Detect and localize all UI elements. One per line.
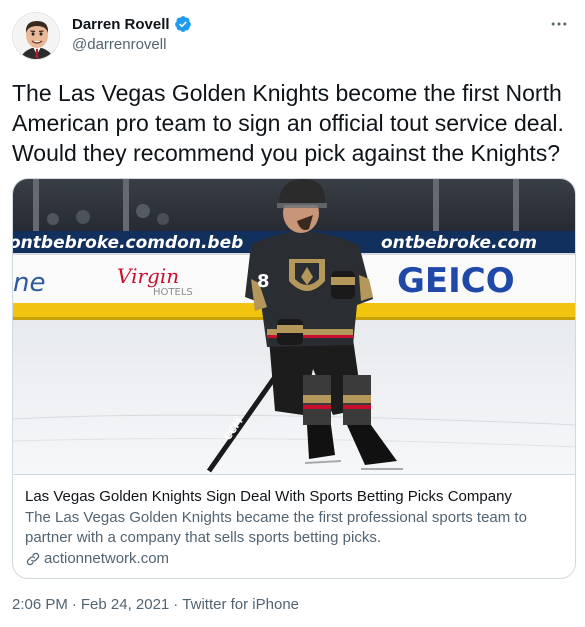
card-domain: actionnetwork.com <box>25 549 565 569</box>
avatar[interactable] <box>12 12 60 60</box>
card-description: The Las Vegas Golden Knights became the … <box>25 509 527 546</box>
tweet-timestamp-date[interactable]: Feb 24, 2021 <box>81 596 169 613</box>
tweet-timestamp-time[interactable]: 2:06 PM <box>12 596 68 613</box>
avatar-caricature-icon <box>13 13 59 59</box>
tweet-text: The Las Vegas Golden Knights become the … <box>12 80 564 166</box>
virgin-hotels-text: HOTELS <box>153 287 193 298</box>
card-body: Las Vegas Golden Knights Sign Deal With … <box>13 476 575 578</box>
meta-separator: · <box>173 596 179 613</box>
banner-text-right: ontbebroke.com <box>381 233 537 253</box>
more-dots-icon[interactable] <box>547 12 571 36</box>
author-handle[interactable]: @darrenrovell <box>72 36 166 53</box>
meta-separator: · <box>71 596 77 613</box>
card-domain-text: actionnetwork.com <box>44 550 170 567</box>
link-card[interactable]: ontbebroke.com don.beb ontbebroke.com ne… <box>12 178 576 579</box>
tweet: Darren Rovell @darrenrovell The Las Vega… <box>0 0 585 627</box>
author-name-row: Darren Rovell <box>72 15 192 33</box>
board-text-left: ne <box>13 268 45 298</box>
card-image[interactable]: ontbebroke.com don.beb ontbebroke.com ne… <box>13 179 575 475</box>
jersey-number: 8 <box>257 271 270 292</box>
tweet-source[interactable]: Twitter for iPhone <box>182 596 299 613</box>
virgin-logo: Virgin <box>117 264 179 288</box>
tweet-meta: 2:06 PM · Feb 24, 2021 · Twitter for iPh… <box>12 596 299 613</box>
author-display-name[interactable]: Darren Rovell <box>72 16 170 33</box>
geico-logo: GEICO <box>397 261 515 301</box>
card-title: Las Vegas Golden Knights Sign Deal With … <box>25 488 512 505</box>
banner-text-mid: don.beb <box>165 233 243 253</box>
link-icon <box>25 551 41 567</box>
banner-text-left: ontbebroke.com <box>13 233 165 253</box>
verified-badge-icon <box>174 15 192 33</box>
hockey-player-photo: ontbebroke.com don.beb ontbebroke.com ne… <box>13 179 575 474</box>
